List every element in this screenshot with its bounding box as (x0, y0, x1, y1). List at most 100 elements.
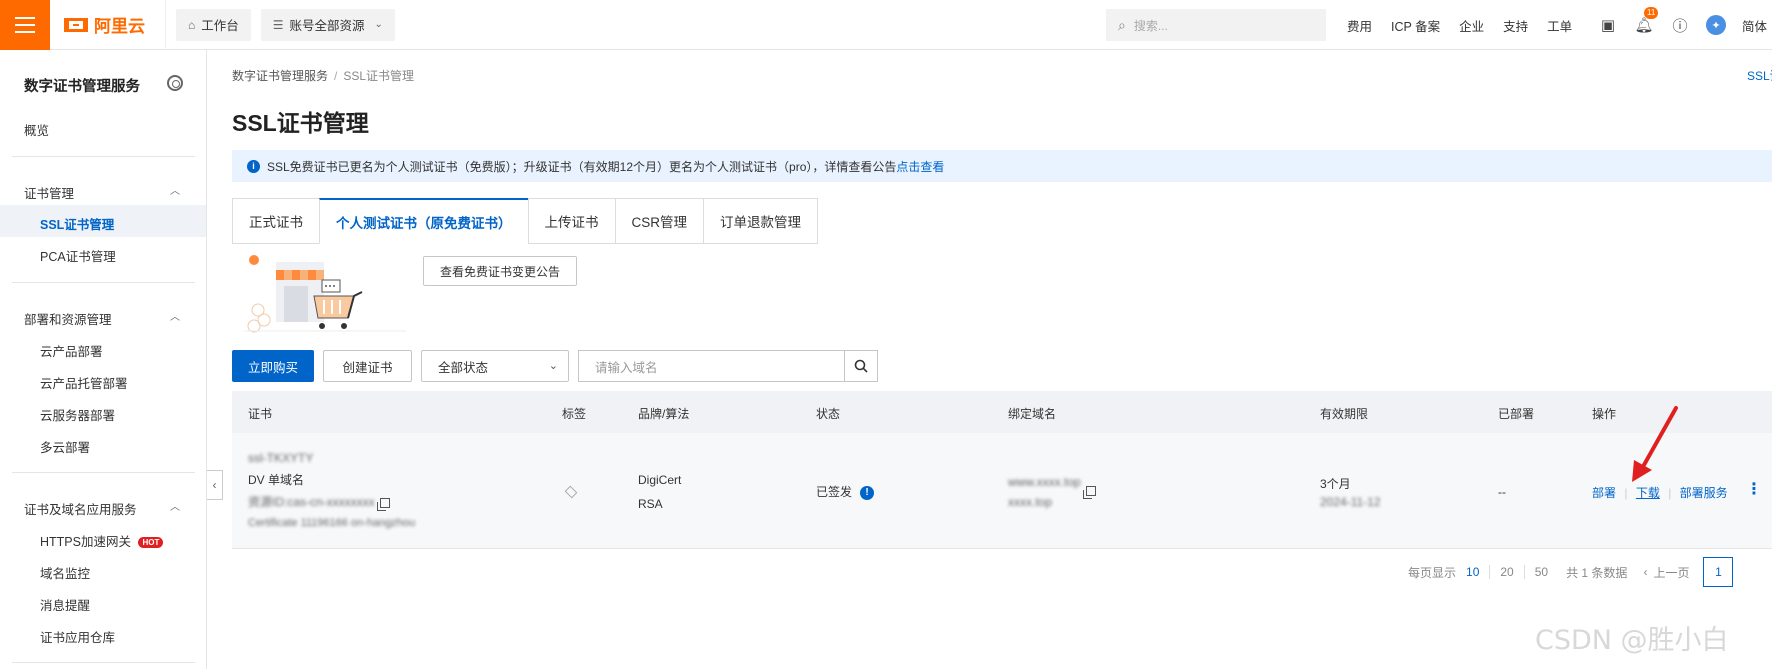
notice-banner: i SSL免费证书已更名为个人测试证书（免费版）；升级证书（有效期12个月）更名… (232, 150, 1772, 182)
notice-link[interactable]: 点击查看 (896, 158, 944, 175)
help-icon[interactable]: ⓘ (1662, 15, 1698, 36)
sidebar-item-hosted-deploy[interactable]: 云产品托管部署 (40, 373, 128, 392)
status-select[interactable]: 全部状态 ⌄ (421, 350, 569, 382)
menu-icon[interactable] (0, 0, 50, 50)
chevron-left-icon[interactable]: ‹ (1643, 565, 1647, 579)
watermark: CSDN @胜小白 (1535, 625, 1729, 656)
search-placeholder: 搜索... (1133, 18, 1168, 33)
per-page-label: 每页显示 (1408, 565, 1457, 580)
bell-icon[interactable]: 🔔︎ 11 (1626, 7, 1662, 34)
sidebar-item-cert-repo[interactable]: 证书应用仓库 (40, 627, 115, 646)
tab-csr[interactable]: CSR管理 (614, 198, 704, 244)
prev-page-button[interactable]: 上一页 (1653, 564, 1689, 581)
sidebar-item-overview[interactable]: 概览 (24, 120, 49, 139)
divider (165, 0, 166, 50)
link-support[interactable]: 支持 (1503, 16, 1528, 35)
sidebar-item-domain-monitor[interactable]: 域名监控 (40, 563, 90, 582)
sidebar-title: 数字证书管理服务 (24, 79, 140, 95)
tabs: 正式证书 个人测试证书（原免费证书） 上传证书 CSR管理 订单退款管理 (232, 198, 819, 244)
home-icon: ⌂ (188, 17, 196, 32)
workbench-label: 工作台 (201, 19, 239, 33)
header-brand: 品牌/算法 (638, 407, 690, 421)
header-tag: 标签 (562, 407, 587, 421)
aliyun-logo-icon (64, 17, 88, 32)
link-enterprise[interactable]: 企业 (1459, 16, 1484, 35)
notice-text: SSL免费证书已更名为个人测试证书（免费版）；升级证书（有效期12个月）更名为个… (267, 159, 897, 174)
page-1-button[interactable]: 1 (1703, 557, 1734, 587)
change-notice-button[interactable]: 查看免费证书变更公告 (423, 256, 577, 286)
page-size-20[interactable]: 20 (1500, 565, 1513, 579)
sidebar-item-server-deploy[interactable]: 云服务器部署 (40, 405, 115, 424)
terminal-icon[interactable]: ▣ (1590, 16, 1626, 34)
tab-upload[interactable]: 上传证书 (527, 198, 615, 244)
notification-badge: 11 (1644, 7, 1659, 19)
header-actions: 操作 (1592, 407, 1617, 421)
row-actions: 部署 | 下载 | 部署服务 (1592, 486, 1728, 500)
gear-icon[interactable] (167, 75, 183, 91)
algorithm: RSA (638, 497, 663, 511)
domain-2: xxxx.top (1008, 495, 1053, 509)
resources-dropdown[interactable]: ☰ 账号全部资源 ⌄ (260, 8, 395, 41)
language-switch[interactable]: 简体 (1742, 16, 1767, 35)
page-title: SSL证书管理 (232, 110, 369, 136)
tag-icon[interactable] (564, 485, 578, 499)
chevron-up-icon[interactable]: ︿ (170, 498, 180, 513)
deploy-service-link[interactable]: 部署服务 (1680, 486, 1728, 500)
validity-date: 2024-11-12 (1320, 495, 1381, 509)
header-deployed: 已部署 (1498, 407, 1535, 421)
copy-icon[interactable] (1082, 485, 1096, 499)
global-search-input[interactable]: ⌕ 搜索... (1106, 9, 1326, 41)
sidebar-collapse-button[interactable]: ‹ (207, 470, 223, 500)
sidebar-group-cert-mgmt[interactable]: 证书管理 (24, 183, 74, 202)
brand: DigiCert (638, 473, 682, 487)
buy-button[interactable]: 立即购买 (232, 350, 314, 382)
page-size-10[interactable]: 10 (1466, 565, 1479, 579)
tab-refund[interactable]: 订单退款管理 (703, 198, 819, 244)
search-button[interactable] (845, 350, 878, 382)
sidebar-group-deploy[interactable]: 部署和资源管理 (24, 309, 112, 328)
sidebar-item-pca[interactable]: PCA证书管理 (40, 246, 116, 265)
top-icons: ▣ 🔔︎ 11 ⓘ ✦ 简体 (1590, 0, 1767, 50)
cert-name[interactable]: ssl-TKXYTY (248, 451, 313, 465)
sidebar-item-https-gateway[interactable]: HTTPS加速网关 HOT (40, 531, 164, 550)
download-link[interactable]: 下载 (1636, 486, 1660, 500)
avatar[interactable]: ✦ (1698, 15, 1734, 35)
breadcrumb-root[interactable]: 数字证书管理服务 (232, 69, 328, 83)
status-text: 已签发 (816, 485, 853, 499)
aliyun-logo[interactable]: 阿里云 (64, 12, 145, 37)
workbench-button[interactable]: ⌂ 工作台 (176, 8, 251, 41)
deploy-link[interactable]: 部署 (1592, 486, 1616, 500)
link-ticket[interactable]: 工单 (1547, 16, 1572, 35)
sidebar-item-multicloud[interactable]: 多云部署 (40, 437, 90, 456)
link-icp[interactable]: ICP 备案 (1391, 16, 1440, 35)
header-status: 状态 (816, 407, 841, 421)
tab-personal-test[interactable]: 个人测试证书（原免费证书） (319, 198, 528, 244)
link-billing[interactable]: 费用 (1347, 16, 1372, 35)
corner-link[interactable]: SSL证书 (1747, 67, 1772, 84)
sidebar-item-cloud-deploy[interactable]: 云产品部署 (40, 341, 103, 360)
sidebar-item-label: HTTPS加速网关 (40, 535, 131, 549)
table-header: 证书 标签 品牌/算法 状态 绑定域名 有效期限 已部署 操作 (232, 391, 1772, 433)
deployed-count: -- (1498, 485, 1506, 499)
sidebar-item-alerts[interactable]: 消息提醒 (40, 595, 90, 614)
sidebar-item-ssl[interactable]: SSL证书管理 (40, 214, 114, 233)
order-id: Certificate 11196166 on-hangzhou (248, 517, 416, 529)
chevron-up-icon[interactable]: ︿ (170, 308, 180, 323)
copy-icon[interactable] (376, 497, 390, 511)
toolbar: 立即购买 创建证书 全部状态 ⌄ 请输入域名 (232, 350, 878, 382)
sidebar: 数字证书管理服务 概览 证书管理 ︿ SSL证书管理 PCA证书管理 部署和资源… (0, 50, 207, 669)
status: 已签发! (816, 483, 875, 500)
list-icon: ☰ (272, 17, 284, 32)
status-info-icon[interactable]: ! (860, 485, 875, 500)
domain-search-input[interactable]: 请输入域名 (578, 350, 845, 382)
header-cert: 证书 (248, 407, 273, 421)
create-cert-button[interactable]: 创建证书 (323, 350, 412, 382)
tab-formal[interactable]: 正式证书 (232, 198, 319, 244)
chevron-down-icon: ⌄ (548, 360, 558, 372)
more-icon[interactable]: ⋮ (1746, 479, 1762, 499)
chevron-up-icon[interactable]: ︿ (170, 182, 180, 197)
resource-id: 资源ID:cas-cn-xxxxxxxx (248, 493, 390, 511)
page-size-50[interactable]: 50 (1535, 565, 1548, 579)
sidebar-group-apps[interactable]: 证书及域名应用服务 (24, 499, 137, 518)
divider (12, 156, 195, 157)
